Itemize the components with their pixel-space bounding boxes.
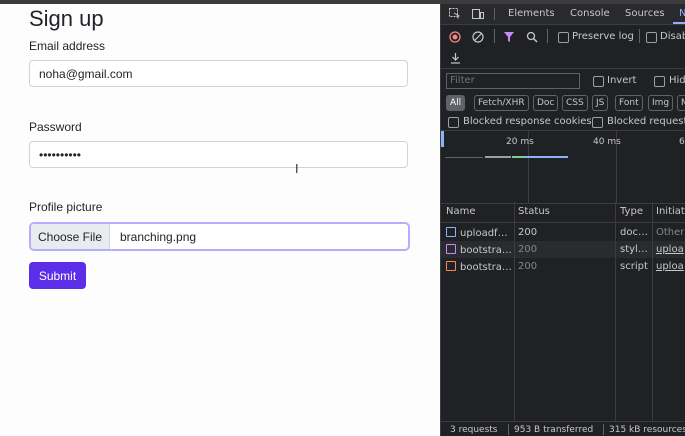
choose-file-button[interactable]: Choose File <box>31 224 110 249</box>
hide-data-urls-checkbox[interactable] <box>654 76 665 87</box>
timeline-bar <box>512 156 526 158</box>
password-field[interactable]: •••••••••• <box>29 141 408 168</box>
disable-cache-label: Disab <box>660 31 685 42</box>
tab-sources[interactable]: Sources <box>625 8 665 19</box>
type-filter-doc[interactable]: Doc <box>533 95 559 111</box>
clear-icon[interactable] <box>472 31 484 46</box>
tab-separator <box>494 8 495 20</box>
request-count: 3 requests <box>450 425 498 435</box>
timeline-tick-label: 6 <box>679 137 685 147</box>
device-toolbar-icon[interactable] <box>472 8 484 19</box>
timeline-selection-handle[interactable] <box>441 131 444 147</box>
timeline-bar <box>485 156 511 158</box>
search-icon[interactable] <box>526 31 538 46</box>
preserve-log-checkbox[interactable] <box>558 32 569 43</box>
request-initiator-link[interactable]: uploa <box>656 261 684 272</box>
request-name: uploadf… <box>460 228 508 239</box>
column-header-initiator[interactable]: Initiato <box>656 206 685 217</box>
request-status: 200 <box>518 261 538 272</box>
table-header: Name Status Type Initiato <box>441 202 685 223</box>
hide-data-urls-label: Hid <box>669 75 685 86</box>
request-initiator: Other <box>656 227 685 238</box>
request-name-cell: uploadf… <box>446 227 516 239</box>
type-filter-css[interactable]: CSS <box>562 95 588 111</box>
type-filter-fetch-xhr[interactable]: Fetch/XHR <box>474 95 529 111</box>
request-status: 200 <box>518 244 538 255</box>
type-filter-font[interactable]: Font <box>615 95 643 111</box>
request-name: bootstra… <box>460 262 512 273</box>
column-divider[interactable] <box>514 202 515 422</box>
import-har-icon[interactable] <box>450 52 461 67</box>
request-type: styl… <box>620 244 648 255</box>
active-tab-indicator <box>673 22 685 24</box>
password-label: Password <box>29 120 82 134</box>
timeline-tick-label: 20 ms <box>506 137 534 147</box>
network-timeline-overview[interactable]: 20 ms 40 ms 6 <box>441 130 685 204</box>
request-name-cell: bootstra… <box>446 261 516 273</box>
tab-elements[interactable]: Elements <box>508 8 555 19</box>
page-title: Sign up <box>29 6 104 31</box>
devtools-tab-bar: Elements Console Sources N <box>441 4 685 25</box>
resources-size: 315 kB resources <box>609 425 685 435</box>
invert-checkbox[interactable] <box>593 76 604 87</box>
devtools-panel: Elements Console Sources N Preserve log … <box>440 4 685 436</box>
filter-input[interactable]: Filter <box>446 73 580 89</box>
request-initiator-link[interactable]: uploa <box>656 244 684 255</box>
request-name: bootstra… <box>460 245 512 256</box>
request-name-cell: bootstra… <box>446 244 516 256</box>
timeline-bar <box>526 156 568 158</box>
column-header-type[interactable]: Type <box>620 206 643 217</box>
script-icon <box>446 261 456 271</box>
transferred-size: 953 B transferred <box>514 425 594 435</box>
table-row[interactable]: uploadf… 200 doc… Other <box>441 224 685 241</box>
toolbar-separator <box>547 29 548 43</box>
type-filter-media[interactable]: M <box>677 95 685 111</box>
selected-file-name: branching.png <box>120 229 197 244</box>
summary-separator <box>603 424 604 435</box>
record-icon[interactable] <box>449 31 461 46</box>
profile-picture-input[interactable]: Choose File branching.png <box>29 222 410 251</box>
table-row[interactable]: bootstra… 200 styl… uploa <box>441 241 685 258</box>
type-filter-js[interactable]: JS <box>592 95 609 111</box>
filter-icon[interactable] <box>503 31 515 46</box>
blocked-response-cookies-label: Blocked response cookies <box>463 116 592 127</box>
submit-button[interactable]: Submit <box>29 262 86 289</box>
network-summary-bar: 3 requests 953 B transferred 315 kB reso… <box>441 421 685 436</box>
tab-network[interactable]: N <box>679 8 685 19</box>
toolbar-separator <box>639 29 640 43</box>
summary-separator <box>508 424 509 435</box>
column-header-name[interactable]: Name <box>446 206 476 217</box>
toolbar-separator <box>494 29 495 43</box>
document-icon <box>446 227 456 237</box>
stylesheet-icon <box>446 244 456 254</box>
email-label: Email address <box>29 39 106 53</box>
preserve-log-label: Preserve log <box>572 31 634 42</box>
request-type: script <box>620 261 648 272</box>
request-status: 200 <box>518 227 538 238</box>
profile-picture-label: Profile picture <box>29 200 103 214</box>
timeline-tick-label: 40 ms <box>593 137 621 147</box>
tab-console[interactable]: Console <box>570 8 610 19</box>
text-cursor-icon: I <box>295 162 299 176</box>
column-divider[interactable] <box>652 202 653 422</box>
blocked-requests-checkbox[interactable] <box>592 117 603 128</box>
disable-cache-checkbox[interactable] <box>646 32 657 43</box>
blocked-response-cookies-checkbox[interactable] <box>448 117 459 128</box>
table-row[interactable]: bootstra… 200 script uploa <box>441 258 685 275</box>
column-divider[interactable] <box>615 202 616 422</box>
divider <box>441 68 685 69</box>
column-header-status[interactable]: Status <box>518 206 550 217</box>
inspect-element-icon[interactable] <box>449 8 461 19</box>
type-filter-img[interactable]: Img <box>648 95 674 111</box>
type-filter-all[interactable]: All <box>446 95 466 111</box>
timeline-bar <box>445 157 483 158</box>
request-type: doc… <box>620 227 648 238</box>
network-toolbar: Preserve log Disab <box>441 26 685 48</box>
signup-page: Sign up Email address noha@gmail.com Pas… <box>0 4 440 436</box>
email-field[interactable]: noha@gmail.com <box>29 60 408 87</box>
blocked-requests-label: Blocked requests <box>607 116 685 127</box>
invert-label: Invert <box>607 75 637 86</box>
